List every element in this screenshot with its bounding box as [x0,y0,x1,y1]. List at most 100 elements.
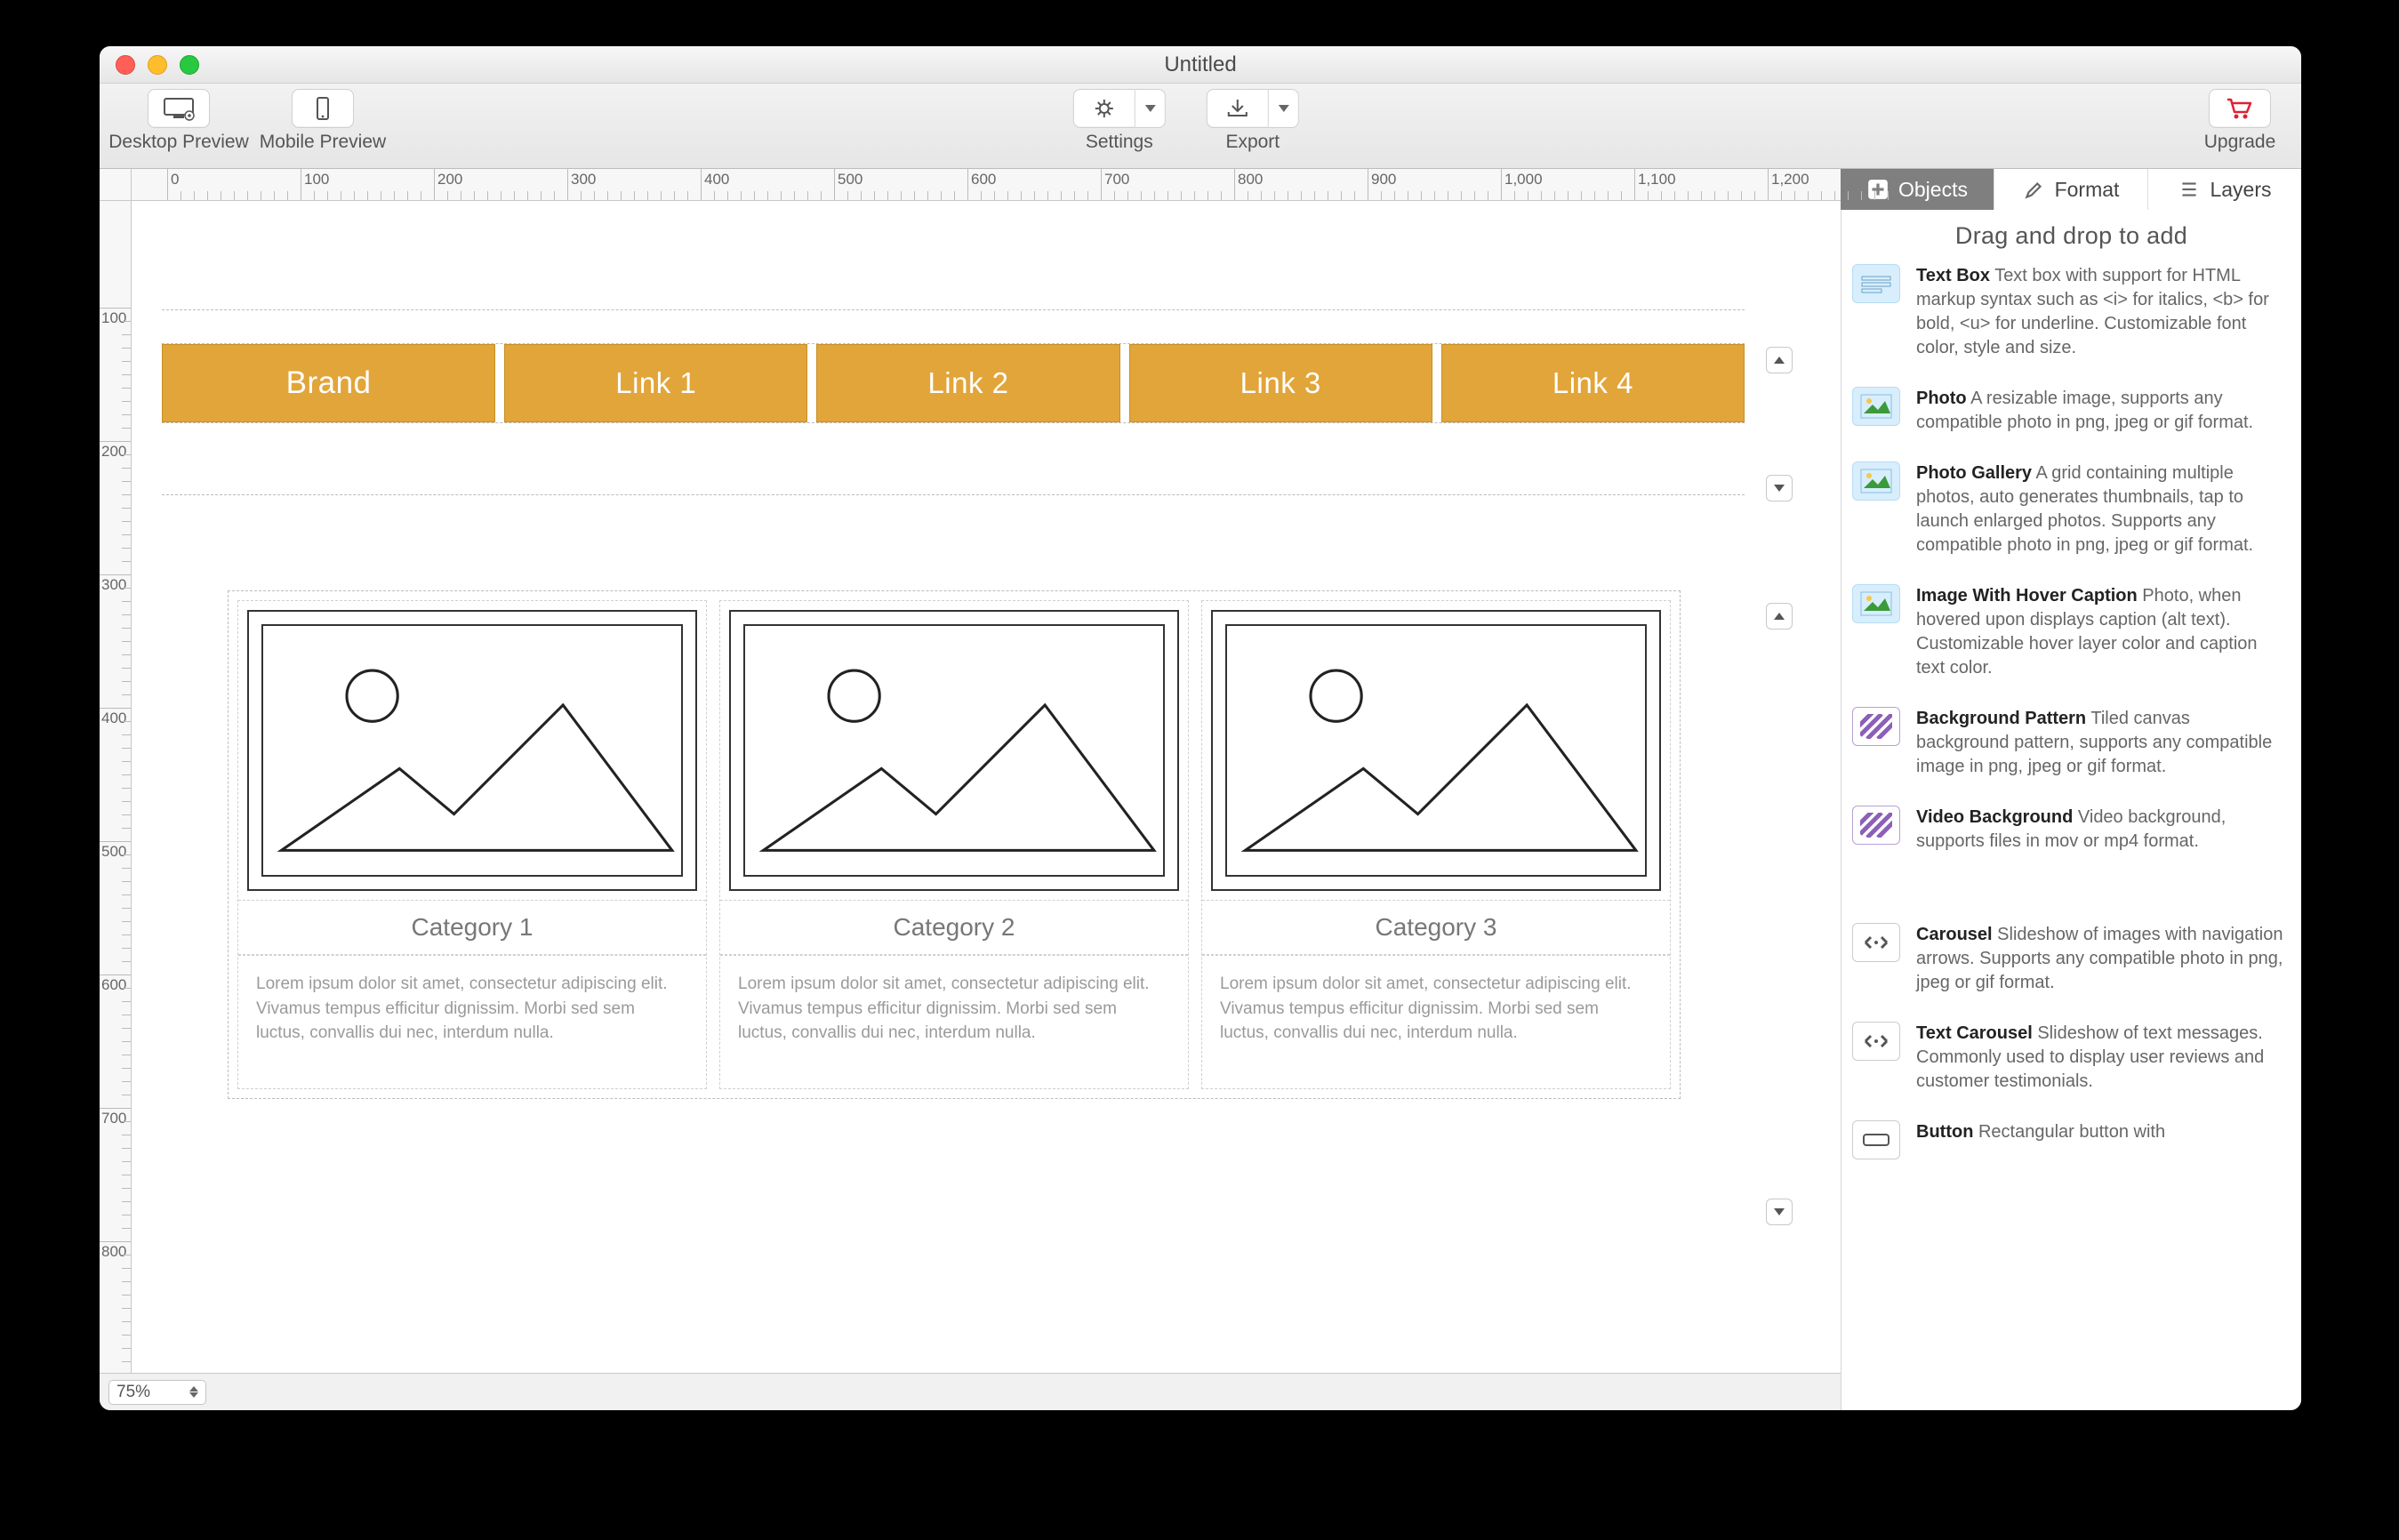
category-card-2[interactable]: Category 2 Lorem ipsum dolor sit amet, c… [719,600,1189,1089]
object-text: Photo A resizable image, supports any co… [1916,387,2287,435]
nav-bar[interactable]: Brand Link 1 Link 2 Link 3 Link 4 [162,343,1745,423]
tab-layers-label: Layers [2210,178,2271,202]
zoom-stepper[interactable]: 75% [108,1380,206,1405]
carousel-icon [1852,1022,1900,1061]
export-button[interactable] [1207,89,1299,128]
object-text: Image With Hover Caption Photo, when hov… [1916,584,2287,680]
object-text: Button Rectangular button with [1916,1120,2165,1144]
section-collapse-up-2[interactable] [1766,603,1793,630]
upgrade-button[interactable] [2209,89,2271,128]
photo-icon [1852,461,1900,501]
ruler-h-label: 400 [704,171,729,188]
tab-format[interactable]: Format [1994,169,2147,210]
category-title[interactable]: Category 2 [720,900,1188,955]
object-item-photo-gallery[interactable]: Photo Gallery A grid containing multiple… [1852,461,2287,557]
objects-list: Text Box Text box with support for HTML … [1841,261,2301,1159]
settings-button[interactable] [1073,89,1166,128]
object-item-image-with-hover-caption[interactable]: Image With Hover Caption Photo, when hov… [1852,584,2287,680]
photo-icon [1852,387,1900,426]
settings-dropdown[interactable] [1135,89,1166,128]
tab-objects[interactable]: Objects [1841,169,1994,210]
carousel-icon [1852,923,1900,962]
ruler-h-label: 300 [571,171,596,188]
zoom-value: 75% [116,1383,150,1402]
section-collapse-down[interactable] [1766,475,1793,501]
nav-brand[interactable]: Brand [162,344,495,422]
object-item-photo[interactable]: Photo A resizable image, supports any co… [1852,387,2287,435]
object-desc: Rectangular button with [1978,1122,2165,1142]
inspector-panel: Drag and drop to add Text Box Text box w… [1841,210,2301,1410]
mobile-preview-button[interactable] [292,89,354,128]
ruler-h-label: 1,200 [1771,171,1809,188]
object-item-video-background[interactable]: Video Background Video background, suppo… [1852,806,2287,854]
ruler-v-label: 800 [101,1243,126,1261]
design-canvas[interactable]: Brand Link 1 Link 2 Link 3 Link 4 [132,201,1841,1373]
ruler-v-label: 200 [101,443,126,461]
close-window-button[interactable] [116,55,135,75]
nav-link-1[interactable]: Link 1 [504,344,807,422]
settings-label: Settings [1086,132,1153,153]
export-icon [1220,96,1256,121]
ruler-h-label: 800 [1238,171,1263,188]
ruler-v-label: 700 [101,1110,126,1127]
object-name: Background Pattern [1916,709,2086,728]
toolbar: Desktop Preview Mobile Preview [100,84,2301,169]
image-placeholder[interactable] [247,610,697,891]
tab-layers[interactable]: Layers [2147,169,2301,210]
shopping-cart-icon [2225,96,2255,121]
zoom-window-button[interactable] [180,55,199,75]
paintbrush-icon [2023,178,2046,201]
object-item-background-pattern[interactable]: Background Pattern Tiled canvas backgrou… [1852,707,2287,779]
nav-link-2[interactable]: Link 2 [816,344,1119,422]
category-body[interactable]: Lorem ipsum dolor sit amet, consectetur … [1202,955,1670,1088]
desktop-preview-button[interactable] [148,89,210,128]
section-collapse-up[interactable] [1766,347,1793,373]
category-title[interactable]: Category 1 [238,900,706,955]
horizontal-ruler[interactable]: 01002003004005006007008009001,0001,1001,… [132,169,1841,201]
object-item-text-box[interactable]: Text Box Text box with support for HTML … [1852,264,2287,360]
categories-section[interactable]: Category 1 Lorem ipsum dolor sit amet, c… [228,590,1681,1099]
ruler-v-label: 400 [101,710,126,727]
desktop-monitor-icon [161,96,197,121]
object-item-button[interactable]: Button Rectangular button with [1852,1120,2287,1159]
window-title: Untitled [100,52,2301,77]
minimize-window-button[interactable] [148,55,167,75]
ruler-h-label: 1,000 [1504,171,1543,188]
object-name: Photo Gallery [1916,463,2032,483]
ruler-h-label: 200 [437,171,462,188]
ruler-corner [100,169,132,201]
button-icon [1852,1120,1900,1159]
image-placeholder[interactable] [1211,610,1661,891]
object-text: Text Box Text box with support for HTML … [1916,264,2287,360]
upgrade-label: Upgrade [2204,132,2276,153]
ruler-h-label: 600 [971,171,996,188]
category-card-1[interactable]: Category 1 Lorem ipsum dolor sit amet, c… [237,600,707,1089]
nav-link-4[interactable]: Link 4 [1441,344,1745,422]
export-dropdown[interactable] [1269,89,1299,128]
chevron-down-icon [1278,105,1288,112]
mobile-preview-label: Mobile Preview [260,132,386,153]
category-title[interactable]: Category 3 [1202,900,1670,955]
section-collapse-down-2[interactable] [1766,1199,1793,1225]
image-placeholder-icon [745,626,1163,875]
object-item-carousel[interactable]: Carousel Slideshow of images with naviga… [1852,923,2287,995]
category-card-3[interactable]: Category 3 Lorem ipsum dolor sit amet, c… [1201,600,1671,1089]
object-text: Background Pattern Tiled canvas backgrou… [1916,707,2287,779]
text-box-icon [1852,264,1900,303]
vertical-ruler[interactable]: 100200300400500600700800 [100,201,132,1373]
ruler-h-label: 100 [304,171,329,188]
letterbox-bottom [0,1410,2399,1540]
image-placeholder-icon [1227,626,1645,875]
tab-objects-label: Objects [1898,178,1968,202]
plus-icon [1866,178,1890,201]
app-window: Untitled Desktop Preview Mobile Preview [100,46,2301,1410]
image-placeholder-icon [263,626,681,875]
object-item-text-carousel[interactable]: Text Carousel Slideshow of text messages… [1852,1022,2287,1094]
category-body[interactable]: Lorem ipsum dolor sit amet, consectetur … [720,955,1188,1088]
ruler-v-label: 600 [101,976,126,994]
object-name: Text Box [1916,266,1990,285]
ruler-h-label: 900 [1371,171,1396,188]
image-placeholder[interactable] [729,610,1179,891]
nav-link-3[interactable]: Link 3 [1129,344,1432,422]
category-body[interactable]: Lorem ipsum dolor sit amet, consectetur … [238,955,706,1088]
